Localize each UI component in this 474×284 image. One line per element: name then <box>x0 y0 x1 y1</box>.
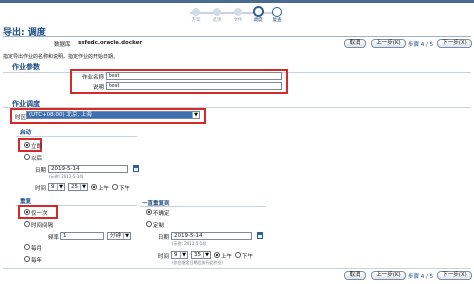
start-date-label: 日期 <box>35 168 47 174</box>
cancel-button[interactable]: 取消 <box>344 39 366 48</box>
top-bar <box>0 0 474 3</box>
start-am-radio[interactable] <box>91 184 97 190</box>
start-date-field[interactable]: 2019-5-14 <box>48 165 128 173</box>
until-minute-select[interactable]: 35 ▼ <box>191 251 211 259</box>
start-title: 启动 <box>20 130 32 136</box>
start-hour-value: 9 <box>51 184 55 190</box>
calendar-icon[interactable] <box>257 232 263 239</box>
frequency-label: 频率 <box>48 235 60 241</box>
repeat-interval-label: 时间间隔 <box>31 223 54 229</box>
frequency-field[interactable]: 1 <box>60 232 104 240</box>
back-button-bottom[interactable]: 上一步(K) <box>371 271 406 280</box>
frequency-unit-value: 分钟 <box>110 233 122 239</box>
repeat-custom-label: 定制 <box>153 223 165 229</box>
chevron-down-icon: ▼ <box>180 252 187 258</box>
instructions-text: 指定导出作业的名称和说明。指定作业的开始日期。 <box>3 54 119 60</box>
bottom-divider <box>3 268 471 269</box>
repeat-once-radio[interactable] <box>24 209 30 215</box>
train-step-5[interactable] <box>272 7 282 17</box>
until-minute-value: 35 <box>194 252 201 258</box>
start-time-label: 时间 <box>35 186 47 192</box>
repeat-monthly-label: 每月 <box>31 246 43 252</box>
start-later-radio[interactable] <box>24 154 30 160</box>
start-pm-radio[interactable] <box>112 184 118 190</box>
chevron-down-icon: ▼ <box>203 252 210 258</box>
repeat-interval-radio[interactable] <box>24 221 30 227</box>
repeat-until-divider <box>140 206 266 207</box>
frequency-unit-select[interactable]: 分钟 ▼ <box>107 232 131 240</box>
train-step-1[interactable] <box>192 8 200 16</box>
start-immediately-label: 立即 <box>31 144 43 150</box>
chevron-down-icon: ▼ <box>80 184 87 190</box>
until-am-label: 上午 <box>221 254 233 260</box>
until-date-label: 日期 <box>158 235 170 241</box>
repeat-indefinite-label: 不确定 <box>153 211 170 217</box>
until-hour-value: 9 <box>174 252 178 258</box>
train-step-3[interactable] <box>234 8 242 16</box>
start-hour-select[interactable]: 9 ▼ <box>48 183 65 191</box>
job-name-label: 作业名称 <box>81 75 104 81</box>
timezone-select[interactable]: (UTC+08:00) 北京, 上海 ▼ <box>26 111 200 119</box>
repeat-title: 重复 <box>20 199 32 205</box>
start-immediately-radio[interactable] <box>24 142 30 148</box>
repeat-yearly-label: 每年 <box>31 258 43 264</box>
until-time-hint: (仅在指定日期后执行此作业) <box>172 260 224 265</box>
job-params-title: 作业参数 <box>12 63 40 71</box>
back-button[interactable]: 上一步(K) <box>371 39 406 48</box>
train-label-5: 复查 <box>272 18 282 23</box>
job-description-label: 说明 <box>92 85 104 91</box>
repeat-custom-radio[interactable] <box>146 221 152 227</box>
job-description-field[interactable]: test <box>106 82 282 90</box>
timezone-value: (UTC+08:00) 北京, 上海 <box>29 112 92 118</box>
job-name-field[interactable]: test <box>106 72 282 80</box>
chevron-down-icon: ▼ <box>192 112 199 118</box>
database-value: ssfedc.oracle.docker <box>78 40 143 46</box>
repeat-yearly-radio[interactable] <box>24 256 30 262</box>
until-time-label: 时间 <box>158 254 170 260</box>
chevron-down-icon: ▼ <box>123 233 130 239</box>
cancel-button-bottom[interactable]: 取消 <box>344 271 366 280</box>
timezone-label: 时区 <box>15 115 27 121</box>
start-divider <box>16 136 137 137</box>
calendar-icon[interactable] <box>133 165 139 172</box>
start-minute-select[interactable]: 25 ▼ <box>68 183 88 191</box>
until-hour-select[interactable]: 9 ▼ <box>171 251 188 259</box>
train-step-4-current <box>253 6 264 17</box>
step-indicator-bottom: 步骤 4 / 5 <box>408 274 434 280</box>
next-button[interactable]: 下一步(X) <box>437 39 472 48</box>
until-pm-label: 下午 <box>242 254 254 260</box>
start-pm-label: 下午 <box>119 186 131 192</box>
until-date-hint: (示例: 2012-5-14) <box>172 241 207 246</box>
chevron-down-icon: ▼ <box>57 184 64 190</box>
start-date-hint: (示例: 2012-5-14) <box>49 174 84 179</box>
start-am-label: 上午 <box>98 186 110 192</box>
repeat-monthly-radio[interactable] <box>24 244 30 250</box>
repeat-indefinite-radio[interactable] <box>146 209 152 215</box>
until-pm-radio[interactable] <box>235 252 241 258</box>
title-divider <box>3 36 471 37</box>
train-step-2[interactable] <box>213 8 221 16</box>
repeat-once-label: 仅一次 <box>31 211 48 217</box>
next-button-bottom[interactable]: 下一步(X) <box>437 271 472 280</box>
database-label: 数据库 <box>54 42 71 48</box>
start-minute-value: 25 <box>71 184 78 190</box>
until-am-radio[interactable] <box>214 252 220 258</box>
until-date-field[interactable]: 2019-5-14 <box>171 232 252 240</box>
step-indicator: 步骤 4 / 5 <box>408 42 434 48</box>
start-later-label: 以后 <box>31 156 43 162</box>
